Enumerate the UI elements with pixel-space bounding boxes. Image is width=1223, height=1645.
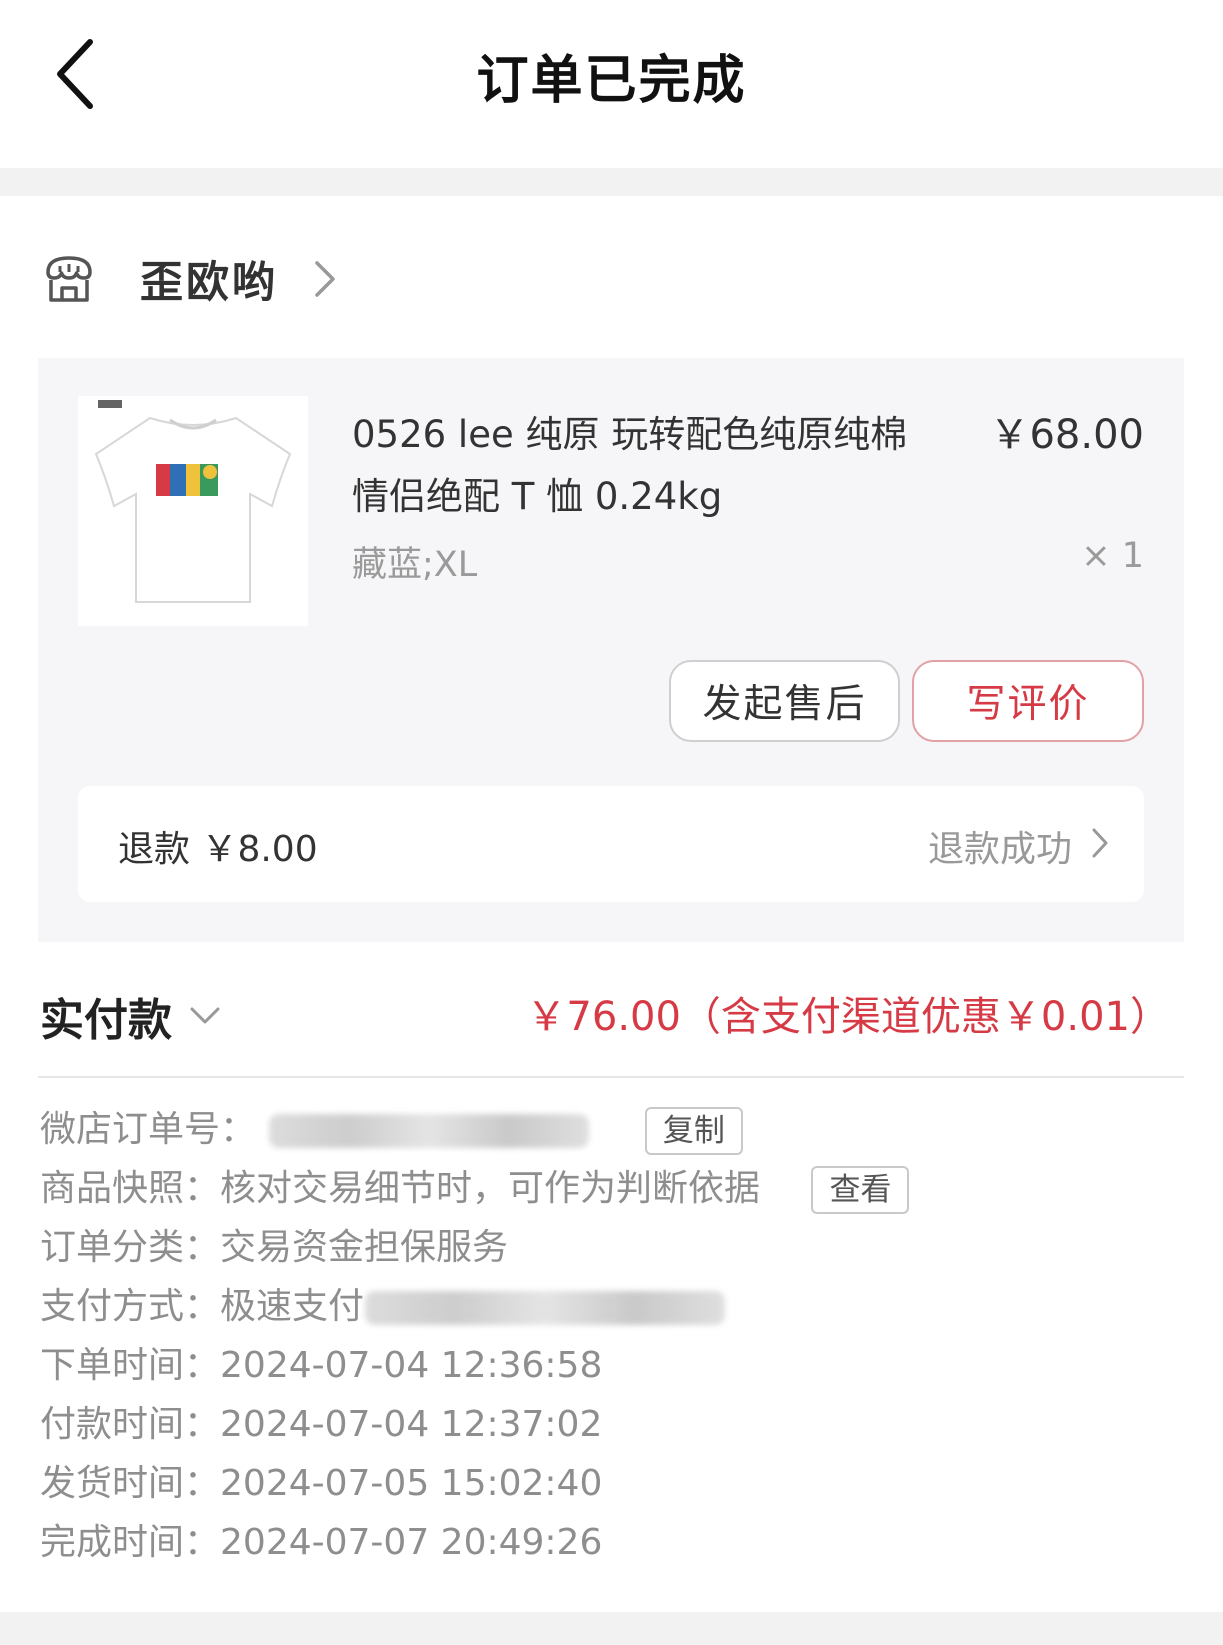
product-quantity: × 1 <box>1081 536 1144 576</box>
product-price: ￥68.00 <box>989 412 1144 458</box>
ship-time-row: 发货时间：2024-07-05 15:02:40 <box>40 1454 1186 1513</box>
payment-time-row: 付款时间：2024-07-04 12:37:02 <box>40 1395 1186 1454</box>
divider <box>38 1076 1184 1078</box>
order-number-label: 微店订单号： <box>40 1109 257 1150</box>
payment-time-label: 付款时间： <box>40 1404 221 1445</box>
view-snapshot-button[interactable]: 查看 <box>811 1166 910 1214</box>
refund-status: 退款成功 <box>927 829 1072 870</box>
complete-time-value: 2024-07-07 20:49:26 <box>220 1522 603 1563</box>
after-sale-button[interactable]: 发起售后 <box>669 660 900 742</box>
snapshot-value: 核对交易细节时，可作为判断依据 <box>220 1168 761 1209</box>
shop-name: 歪欧哟 <box>140 258 278 308</box>
pay-method-value: 极速支付 <box>220 1286 365 1327</box>
category-label: 订单分类： <box>40 1227 221 1268</box>
chevron-right-icon <box>1092 828 1108 858</box>
chevron-right-icon <box>315 261 335 297</box>
product-card: 0526 lee 纯原 玩转配色纯原纯棉情侣绝配 T 恤 0.24kg ￥68.… <box>38 358 1184 942</box>
tshirt-image <box>78 396 308 626</box>
category-row: 订单分类：交易资金担保服务 <box>40 1218 1186 1277</box>
shop-link[interactable]: 歪欧哟 <box>40 246 338 312</box>
payment-amount: ￥76.00（含支付渠道优惠￥0.01） <box>526 994 1170 1040</box>
product-thumbnail[interactable] <box>78 396 308 626</box>
pay-method-row: 支付方式：极速支付 <box>40 1277 1186 1336</box>
refund-row[interactable]: 退款 ￥8.00 退款成功 <box>78 786 1144 902</box>
ship-time-label: 发货时间： <box>40 1463 221 1504</box>
redacted-payment-detail <box>365 1291 726 1325</box>
complete-time-label: 完成时间： <box>40 1522 221 1563</box>
product-title[interactable]: 0526 lee 纯原 玩转配色纯原纯棉情侣绝配 T 恤 0.24kg <box>352 404 912 528</box>
complete-time-row: 完成时间：2024-07-07 20:49:26 <box>40 1513 1186 1572</box>
page-title: 订单已完成 <box>476 51 747 111</box>
header: 订单已完成 <box>0 0 1223 168</box>
order-number-row: 微店订单号： 复制 <box>40 1100 1186 1159</box>
payment-label: 实付款 <box>40 995 172 1046</box>
write-review-button[interactable]: 写评价 <box>912 660 1144 742</box>
order-info: 微店订单号： 复制 商品快照：核对交易细节时，可作为判断依据 查看 订单分类：交… <box>40 1100 1186 1572</box>
category-value: 交易资金担保服务 <box>220 1227 509 1268</box>
shop-icon <box>46 256 92 302</box>
order-time-value: 2024-07-04 12:36:58 <box>220 1345 603 1386</box>
payment-time-value: 2024-07-04 12:37:02 <box>220 1404 603 1445</box>
snapshot-label: 商品快照： <box>40 1168 221 1209</box>
product-variant: 藏蓝;XL <box>352 545 478 585</box>
section-divider <box>0 168 1223 196</box>
ship-time-value: 2024-07-05 15:02:40 <box>220 1463 603 1504</box>
order-time-label: 下单时间： <box>40 1345 221 1386</box>
payment-summary: 实付款 ￥76.00（含支付渠道优惠￥0.01） <box>40 976 1186 1046</box>
pay-method-label: 支付方式： <box>40 1286 221 1327</box>
chevron-down-icon <box>190 1007 220 1024</box>
payment-toggle[interactable]: 实付款 <box>40 984 222 1048</box>
order-time-row: 下单时间：2024-07-04 12:36:58 <box>40 1336 1186 1395</box>
bottom-divider <box>0 1612 1223 1645</box>
redacted-order-number <box>269 1114 590 1148</box>
snapshot-row: 商品快照：核对交易细节时，可作为判断依据 查看 <box>40 1159 1186 1218</box>
copy-button[interactable]: 复制 <box>644 1107 743 1155</box>
refund-amount: 退款 ￥8.00 <box>118 829 318 870</box>
